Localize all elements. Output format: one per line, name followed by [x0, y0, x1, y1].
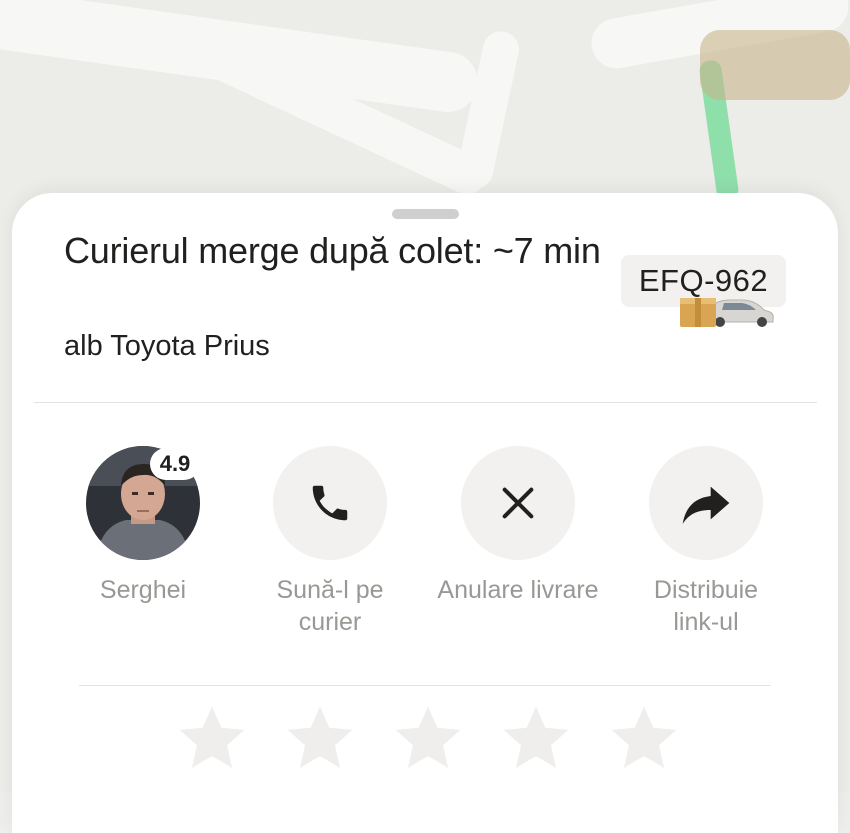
- cancel-delivery-label: Anulare livrare: [437, 576, 599, 604]
- star-icon[interactable]: [176, 702, 248, 774]
- call-courier-label: Sună-l pe curier: [276, 576, 384, 636]
- share-arrow-icon: [682, 486, 730, 524]
- close-icon: [502, 487, 534, 519]
- share-button-circle[interactable]: [649, 446, 763, 560]
- courier-name: Serghei: [99, 576, 187, 604]
- car-description: alb Toyota Prius: [64, 330, 270, 362]
- call-courier-button[interactable]: Sună-l pe curier: [240, 446, 420, 638]
- star-icon[interactable]: [500, 702, 572, 774]
- package-icon: [680, 298, 716, 327]
- courier-profile[interactable]: Serghei: [53, 446, 233, 606]
- courier-status-title: Curierul merge după colet: ~7 min: [64, 230, 601, 271]
- map-road: [453, 28, 523, 192]
- star-icon[interactable]: [284, 702, 356, 774]
- call-button-circle[interactable]: [273, 446, 387, 560]
- map-car-marker: [700, 30, 850, 100]
- sheet-drag-handle[interactable]: [392, 209, 459, 219]
- phone-icon: [312, 485, 348, 521]
- rating-stars[interactable]: [176, 702, 680, 774]
- section-divider: [34, 402, 817, 403]
- courier-rating-badge: 4.9: [150, 448, 200, 480]
- cancel-delivery-button[interactable]: Anulare livrare: [428, 446, 608, 606]
- cancel-button-circle[interactable]: [461, 446, 575, 560]
- section-divider: [79, 685, 771, 686]
- share-link-label: Distribuie link-ul: [653, 576, 759, 636]
- star-icon[interactable]: [608, 702, 680, 774]
- share-link-button[interactable]: Distribuie link-ul: [616, 446, 796, 638]
- star-icon[interactable]: [392, 702, 464, 774]
- car-icon: [680, 298, 774, 327]
